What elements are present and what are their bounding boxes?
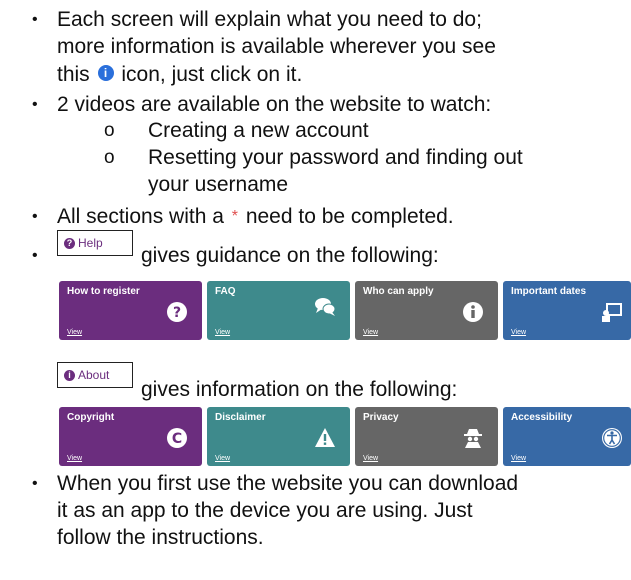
bullet-marker: • bbox=[32, 475, 38, 492]
info-icon bbox=[463, 302, 483, 322]
accessibility-icon bbox=[602, 428, 622, 448]
required-star-icon: * bbox=[231, 208, 238, 225]
tile-privacy[interactable]: Privacy View bbox=[355, 407, 498, 466]
chat-bubbles-icon bbox=[315, 298, 336, 316]
instruction-text: this i icon, just click on it. bbox=[57, 61, 302, 88]
spy-icon bbox=[464, 429, 482, 448]
tile-who-can-apply[interactable]: Who can apply View bbox=[355, 281, 498, 340]
video-item: Resetting your password and finding out bbox=[148, 146, 523, 169]
warning-icon bbox=[315, 428, 335, 447]
instruction-text: more information is available wherever y… bbox=[57, 35, 496, 58]
tile-view-link[interactable]: View bbox=[363, 455, 378, 462]
info-icon: i bbox=[97, 65, 114, 81]
instruction-text: 2 videos are available on the website to… bbox=[57, 93, 492, 116]
sub-bullet-marker: o bbox=[104, 120, 115, 141]
instruction-text-part: icon, just click on it. bbox=[121, 63, 303, 86]
instruction-text: Each screen will explain what you need t… bbox=[57, 8, 482, 31]
bullet-marker: • bbox=[32, 11, 38, 28]
svg-text:C: C bbox=[172, 431, 182, 447]
tile-disclaimer[interactable]: Disclaimer View bbox=[207, 407, 350, 466]
tile-label: Accessibility bbox=[511, 412, 573, 423]
bullet-marker: • bbox=[32, 96, 38, 113]
tile-label: How to register bbox=[67, 286, 140, 297]
tile-label: Copyright bbox=[67, 412, 115, 423]
info-circle-icon: i bbox=[64, 369, 75, 381]
bullet-marker: • bbox=[32, 208, 38, 225]
tile-view-link[interactable]: View bbox=[511, 455, 526, 462]
video-item: Creating a new account bbox=[148, 119, 369, 142]
tile-label: Privacy bbox=[363, 412, 399, 423]
sub-bullet-marker: o bbox=[104, 147, 115, 168]
bullet-marker: • bbox=[32, 247, 38, 264]
instruction-text-part: this bbox=[57, 63, 90, 86]
instruction-text: All sections with a * need to be complet… bbox=[57, 203, 454, 230]
tile-view-link[interactable]: View bbox=[215, 455, 230, 462]
instruction-text-part: All sections with a bbox=[57, 205, 224, 228]
tile-view-link[interactable]: View bbox=[363, 329, 378, 336]
question-circle-icon: ? bbox=[64, 237, 75, 249]
instruction-text: gives information on the following: bbox=[141, 378, 458, 401]
about-button-label: About bbox=[78, 368, 110, 382]
tile-label: Important dates bbox=[511, 286, 587, 297]
instruction-text: it as an app to the device you are using… bbox=[57, 499, 473, 522]
help-button[interactable]: ? Help bbox=[57, 230, 133, 256]
tile-accessibility[interactable]: Accessibility View bbox=[503, 407, 631, 466]
tile-view-link[interactable]: View bbox=[67, 329, 82, 336]
tile-important-dates[interactable]: Important dates View bbox=[503, 281, 631, 340]
tile-label: Disclaimer bbox=[215, 412, 266, 423]
instruction-text: follow the instructions. bbox=[57, 526, 264, 549]
presentation-icon bbox=[602, 303, 622, 322]
video-item: your username bbox=[148, 173, 289, 196]
instruction-text: gives guidance on the following: bbox=[141, 244, 439, 267]
svg-text:?: ? bbox=[173, 305, 181, 321]
tile-how-to-register[interactable]: How to register View ? bbox=[59, 281, 202, 340]
question-icon: ? bbox=[167, 302, 187, 322]
tile-faq[interactable]: FAQ View bbox=[207, 281, 350, 340]
tile-view-link[interactable]: View bbox=[511, 329, 526, 336]
instruction-text-part: need to be completed. bbox=[245, 205, 454, 228]
about-button[interactable]: i About bbox=[57, 362, 133, 388]
copyright-icon: C bbox=[167, 428, 187, 448]
tile-label: Who can apply bbox=[363, 286, 434, 297]
tile-label: FAQ bbox=[215, 286, 236, 297]
tile-view-link[interactable]: View bbox=[67, 455, 82, 462]
instruction-text: When you first use the website you can d… bbox=[57, 472, 519, 495]
help-button-label: Help bbox=[78, 236, 103, 250]
tile-copyright[interactable]: Copyright View C bbox=[59, 407, 202, 466]
tile-view-link[interactable]: View bbox=[215, 329, 230, 336]
